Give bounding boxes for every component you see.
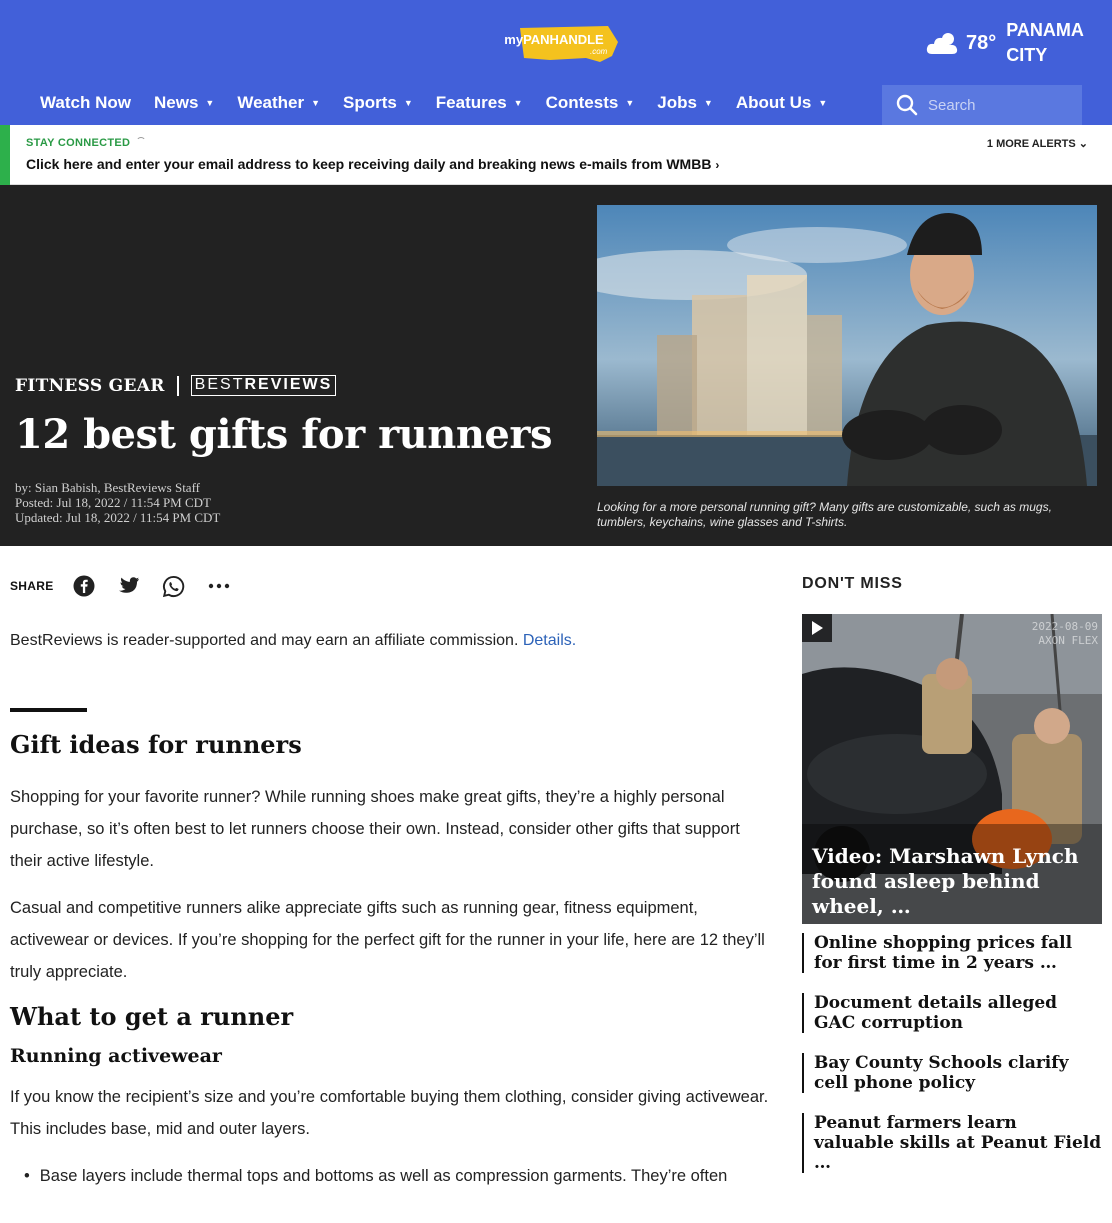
category-link[interactable]: FITNESS GEAR [15,376,165,396]
caret-down-icon: ▼ [818,98,828,108]
alert-message[interactable]: Click here and enter your email address … [26,156,719,172]
stamp-date: 2022-08-09 [1031,620,1098,633]
featured-video-card[interactable]: 2022-08-09 AXON FLEX Video: Marshawn Lyn… [802,614,1102,924]
stamp-camera: AXON FLEX [1038,634,1098,647]
nav-label: Jobs [657,93,697,112]
facebook-icon[interactable] [72,574,96,598]
search-icon[interactable] [896,94,918,116]
whatsapp-icon[interactable] [162,574,186,598]
disclaimer-text: BestReviews is reader-supported and may … [10,632,519,649]
loading-spinner-icon [136,137,147,147]
weather-temperature: 78° [966,31,997,54]
nav-jobs[interactable]: Jobs ▼ [657,93,713,113]
twitter-icon[interactable] [117,574,141,598]
paragraph: Casual and competitive runners alike app… [10,899,765,981]
kicker-divider [176,375,179,396]
paragraph: If you know the recipient’s size and you… [10,1088,769,1138]
alert-label-text: STAY CONNECTED [26,137,131,149]
nav-watch-now[interactable]: Watch Now [40,93,131,113]
article-hero: FITNESS GEAR BESTREVIEWS 12 best gifts f… [0,185,1112,546]
heading-gift-ideas: Gift ideas for runners [10,730,302,759]
caret-down-icon: ▼ [205,98,215,108]
nav-label: About Us [735,93,812,112]
article-title: 12 best gifts for runners [15,411,552,458]
search-box[interactable] [882,85,1082,125]
bestreviews-logo: BESTREVIEWS [190,375,337,396]
share-label: SHARE [10,579,54,593]
posted-date: Posted: Jul 18, 2022 / 11:54 PM CDT [15,495,211,510]
details-link[interactable]: Details. [523,632,576,649]
paragraph: Shopping for your favorite runner? While… [10,788,740,870]
heading-what-to-get: What to get a runner [10,1002,294,1031]
featured-video-title[interactable]: Video: Marshawn Lynch found asleep behin… [812,844,1082,919]
alert-banner[interactable]: STAY CONNECTED Click here and enter your… [0,125,1112,185]
nav-label: Watch Now [40,93,131,112]
hero-image [597,205,1097,486]
chevron-right-icon: › [715,158,720,172]
sidebar-story-link[interactable]: Document details alleged GAC corruption [802,993,1102,1033]
site-logo[interactable]: myPANHANDLE .com [490,22,622,68]
article-kicker: FITNESS GEAR BESTREVIEWS [15,375,337,396]
heading-running-activewear: Running activewear [10,1045,222,1067]
caret-down-icon: ▼ [513,98,523,108]
author-line: by: Sian Babish, BestReviews Staff [15,480,201,495]
article-byline: by: Sian Babish, BestReviews Staff Poste… [15,480,220,525]
nav-label: News [153,93,199,112]
article-body: Gift ideas for runners Shopping for your… [10,730,770,1192]
logo-wordmark: myPANHANDLE [504,32,604,47]
caret-down-icon: ▼ [625,98,635,108]
site-header: myPANHANDLE .com 78° PANAMA CITY Watch N… [0,0,1112,125]
more-alerts-toggle[interactable]: 1 MORE ALERTS ⌄ [987,137,1088,150]
logo-suffix: .com [590,47,608,56]
play-icon[interactable] [802,614,832,642]
dont-miss-heading: DON'T MISS [802,575,903,592]
sidebar-story-link[interactable]: Peanut farmers learn valuable skills at … [802,1113,1102,1173]
nav-sports[interactable]: Sports ▼ [343,93,413,113]
nav-label: Contests [545,93,619,112]
affiliate-disclaimer: BestReviews is reader-supported and may … [10,632,576,650]
nav-label: Weather [237,93,305,112]
main-nav: Watch Now News ▼ Weather ▼ Sports ▼ Feature… [40,93,850,113]
nav-weather[interactable]: Weather ▼ [237,93,320,113]
video-timestamp: 2022-08-09 AXON FLEX [1032,620,1098,648]
caret-down-icon: ▼ [311,98,321,108]
partly-cloudy-icon [926,33,958,54]
chevron-down-icon: ⌄ [1078,138,1088,150]
nav-label: Sports [343,93,397,112]
alert-accent [0,125,10,185]
caret-down-icon: ▼ [403,98,413,108]
nav-about-us[interactable]: About Us ▼ [736,93,827,113]
brand-part-b: REVIEWS [244,376,333,393]
nav-news[interactable]: News ▼ [154,93,214,113]
more-options-icon[interactable] [207,574,231,598]
brand-part-a: BEST [194,376,245,393]
weather-city: PANAMA CITY [1006,20,1084,65]
caret-down-icon: ▼ [703,98,713,108]
section-rule [10,708,87,712]
search-input[interactable] [928,96,1078,114]
more-alerts-label: 1 MORE ALERTS [986,138,1076,150]
alert-label: STAY CONNECTED [26,137,147,149]
nav-features[interactable]: Features ▼ [436,93,523,113]
sidebar-story-link[interactable]: Bay County Schools clarify cell phone po… [802,1053,1102,1093]
hero-caption: Looking for a more personal running gift… [597,500,1052,529]
nav-contests[interactable]: Contests ▼ [546,93,635,113]
updated-date: Updated: Jul 18, 2022 / 11:54 PM CDT [15,510,221,525]
bullet-list: • Base layers include thermal tops and bo… [10,1160,770,1192]
weather-widget[interactable]: 78° PANAMA CITY [926,18,1096,68]
bullet-dot: • [24,1167,30,1185]
share-bar: SHARE [10,574,252,598]
nav-label: Features [435,93,507,112]
sidebar-story-link[interactable]: Online shopping prices fall for first ti… [802,933,1102,973]
bullet-text: Base layers include thermal tops and bot… [39,1167,728,1185]
alert-message-text: Click here and enter your email address … [26,156,712,172]
